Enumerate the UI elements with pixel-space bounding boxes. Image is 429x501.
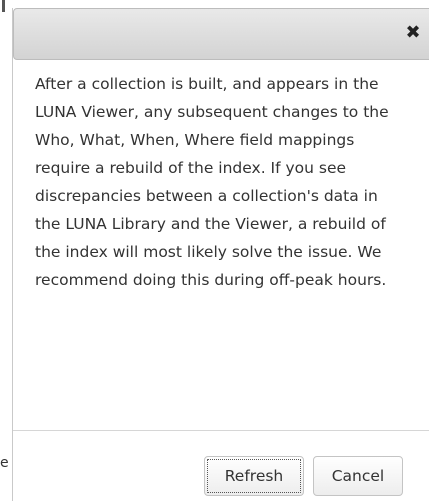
dialog-button-bar: Refresh Cancel: [13, 430, 429, 501]
background-partial-text: e: [0, 455, 9, 471]
message-line: discrepancies between a collection's dat…: [35, 187, 378, 205]
message-line: the index will most likely solve the iss…: [35, 243, 382, 261]
message-line: After a collection is built, and appears…: [35, 75, 379, 93]
close-icon[interactable]: ✖: [405, 24, 421, 42]
message-line: the LUNA Library and the Viewer, a rebui…: [35, 215, 386, 233]
rebuild-index-dialog: ✖ After a collection is built, and appea…: [12, 8, 429, 501]
edge-mark: [2, 0, 5, 12]
dialog-message: After a collection is built, and appears…: [35, 70, 425, 294]
cancel-button[interactable]: Cancel: [313, 456, 403, 496]
background-window-edge: e: [0, 0, 10, 501]
message-line: LUNA Viewer, any subsequent changes to t…: [35, 103, 389, 121]
message-line: recommend doing this during off-peak hou…: [35, 271, 387, 289]
page: e ✖ After a collection is built, and app…: [0, 0, 429, 501]
message-line: Who, What, When, Where field mappings: [35, 131, 355, 149]
refresh-button[interactable]: Refresh: [204, 456, 304, 496]
dialog-titlebar[interactable]: ✖: [13, 8, 429, 60]
message-line: require a rebuild of the index. If you s…: [35, 159, 347, 177]
